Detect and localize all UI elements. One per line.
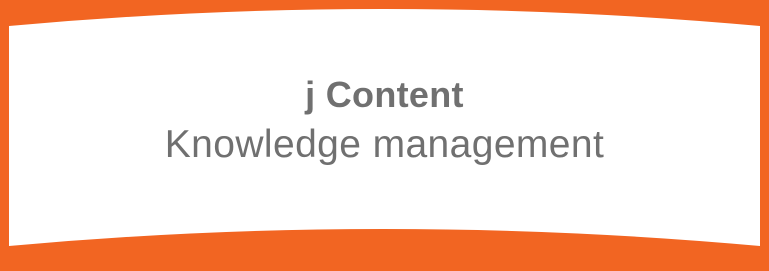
- jcontent-banner: j Content Knowledge management: [0, 0, 769, 271]
- banner-text: j Content Knowledge management: [0, 73, 769, 169]
- banner-title: j Content: [305, 74, 464, 115]
- banner-subtitle: Knowledge management: [164, 123, 605, 166]
